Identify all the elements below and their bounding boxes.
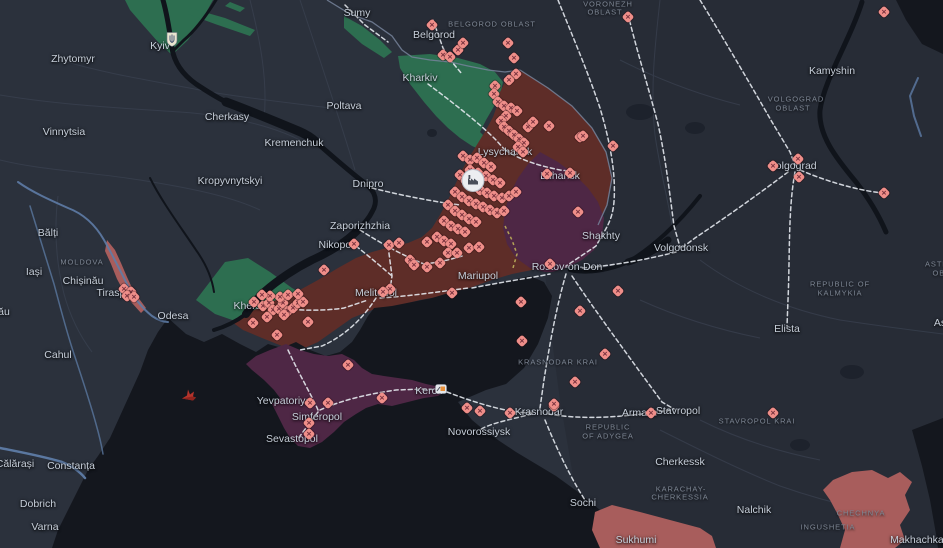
event-marker[interactable]: × [767, 407, 780, 420]
event-marker[interactable]: × [574, 305, 587, 318]
event-marker[interactable]: × [426, 19, 439, 32]
event-marker[interactable]: × [612, 285, 625, 298]
event-marker[interactable]: × [128, 291, 141, 304]
event-marker[interactable]: × [261, 311, 274, 324]
event-marker[interactable]: × [498, 205, 511, 218]
event-marker[interactable]: × [510, 186, 523, 199]
event-marker[interactable]: × [607, 140, 620, 153]
event-marker[interactable]: × [271, 329, 284, 342]
event-marker[interactable]: × [544, 258, 557, 271]
event-marker[interactable]: × [318, 264, 331, 277]
event-marker[interactable]: × [457, 37, 470, 50]
event-marker[interactable]: × [421, 261, 434, 274]
event-marker[interactable]: × [376, 392, 389, 405]
event-marker[interactable]: × [256, 289, 269, 302]
event-marker[interactable]: × [494, 177, 507, 190]
event-marker[interactable]: × [503, 74, 516, 87]
event-marker[interactable]: × [348, 238, 361, 251]
event-marker[interactable]: × [504, 407, 517, 420]
event-marker[interactable]: × [408, 259, 421, 272]
markers-layer: ××××××××××××××××××××××××××××××××××××××××… [0, 0, 943, 548]
event-marker[interactable]: × [577, 130, 590, 143]
event-marker[interactable]: × [303, 428, 316, 441]
event-marker[interactable]: × [541, 168, 554, 181]
event-marker[interactable]: × [292, 288, 305, 301]
event-marker[interactable]: × [451, 247, 464, 260]
event-marker[interactable]: × [302, 316, 315, 329]
event-marker[interactable]: × [511, 105, 524, 118]
event-marker[interactable]: × [767, 160, 780, 173]
event-marker[interactable]: × [569, 376, 582, 389]
event-marker[interactable]: × [502, 37, 515, 50]
event-marker[interactable]: × [527, 116, 540, 129]
event-marker[interactable]: × [517, 146, 530, 159]
event-marker[interactable]: × [516, 335, 529, 348]
map-canvas[interactable]: ZhytomyrKyivSumyBelgorodKharkivPoltavaCh… [0, 0, 943, 548]
event-marker[interactable]: × [622, 11, 635, 24]
event-marker[interactable]: × [247, 317, 260, 330]
event-marker[interactable]: × [322, 397, 335, 410]
event-marker[interactable]: × [459, 226, 472, 239]
event-marker[interactable]: × [564, 167, 577, 180]
event-marker[interactable]: × [878, 6, 891, 19]
event-marker[interactable]: × [304, 397, 317, 410]
event-marker[interactable]: × [434, 257, 447, 270]
event-marker[interactable]: × [461, 402, 474, 415]
event-marker[interactable]: × [474, 405, 487, 418]
event-marker[interactable]: × [599, 348, 612, 361]
event-marker[interactable]: × [421, 236, 434, 249]
event-marker[interactable]: × [548, 398, 561, 411]
event-marker[interactable]: × [393, 237, 406, 250]
event-marker[interactable]: × [878, 187, 891, 200]
event-marker[interactable]: × [793, 171, 806, 184]
event-marker[interactable]: × [470, 216, 483, 229]
event-marker[interactable]: × [342, 359, 355, 372]
event-marker[interactable]: × [645, 407, 658, 420]
event-marker[interactable]: × [278, 309, 291, 322]
event-marker[interactable]: × [792, 153, 805, 166]
event-marker[interactable]: × [446, 287, 459, 300]
event-marker[interactable]: × [572, 206, 585, 219]
event-marker[interactable]: × [473, 241, 486, 254]
event-marker[interactable]: × [377, 286, 390, 299]
event-marker[interactable]: × [515, 296, 528, 309]
event-marker[interactable]: × [508, 52, 521, 65]
event-marker[interactable]: × [543, 120, 556, 133]
